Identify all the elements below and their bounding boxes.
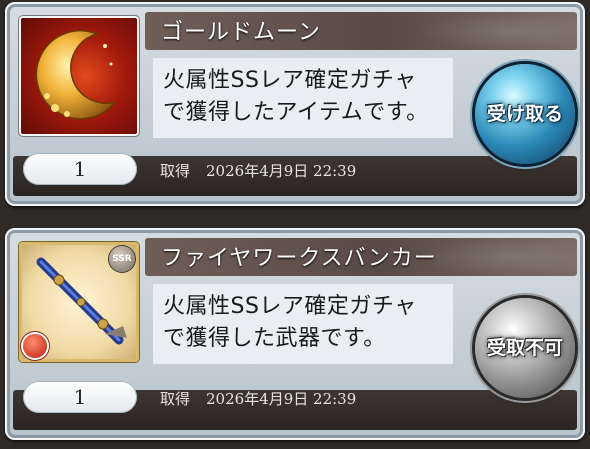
item-card: ファイヤワークスバンカー SSR 火属性SSレア確定ガチャ で獲得した武器です。… [5, 228, 585, 440]
quantity-field: 1 [23, 153, 137, 185]
item-name: ゴールドムーン [161, 20, 321, 45]
receive-disabled-button: 受取不可 [475, 298, 575, 398]
receive-button[interactable]: 受け取る [475, 64, 575, 164]
acquired-info: 取得 2026年4月9日 22:39 [160, 388, 356, 409]
acquired-info: 取得 2026年4月9日 22:39 [160, 160, 356, 181]
fire-element-icon [23, 334, 47, 358]
gold-moon-icon [19, 16, 139, 136]
acquired-date: 2026年4月9日 22:39 [206, 390, 357, 408]
item-name: ファイヤワークスバンカー [161, 246, 437, 271]
item-description-line: で獲得した武器です。 [163, 326, 386, 351]
acquired-date: 2026年4月9日 22:39 [206, 162, 357, 180]
item-description-line: 火属性SSレア確定ガチャ [163, 68, 417, 93]
item-description-line: 火属性SSレア確定ガチャ [163, 294, 417, 319]
item-description-line: で獲得したアイテムです。 [163, 100, 429, 125]
acquired-label: 取得 [160, 162, 191, 180]
acquired-label: 取得 [160, 390, 191, 408]
quantity-field: 1 [23, 381, 137, 413]
fireworks-bunker-weapon-icon: SSR [19, 242, 139, 362]
ssr-badge: SSR [109, 246, 135, 272]
item-card: ゴールドムーン 火属性SSレア確定ガチャ で獲得したアイテムです。 1 取得 20… [5, 2, 585, 206]
